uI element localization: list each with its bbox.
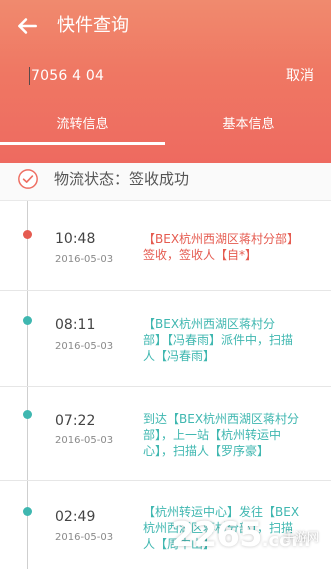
active-tab-indicator bbox=[0, 142, 165, 145]
arrow-left-icon[interactable] bbox=[14, 13, 40, 39]
check-circle-icon bbox=[18, 169, 38, 189]
event-line: 到达【BEX杭州西湖区蒋村分 bbox=[143, 412, 300, 426]
timeline-dot bbox=[23, 410, 32, 419]
watermark-sub: 手游网 bbox=[282, 530, 319, 544]
event-time: 02:49 bbox=[55, 509, 96, 525]
page-title: 快件查询 bbox=[57, 15, 129, 36]
search-row: 7056 4 04 取消 bbox=[0, 58, 331, 96]
event-line: 人【冯春雨】 bbox=[143, 349, 216, 363]
tab-transfer-info[interactable]: 流转信息 bbox=[0, 104, 165, 146]
timeline-dot bbox=[23, 507, 32, 516]
timeline-item: 10:48 2016-05-03 【BEX杭州西湖区蒋村分部】 签收，签收人【自… bbox=[0, 201, 331, 291]
tabs: 流转信息 基本信息 bbox=[0, 104, 331, 146]
top-app-bar: 快件查询 bbox=[0, 0, 331, 52]
timeline-dot bbox=[23, 230, 32, 239]
text-cursor bbox=[29, 67, 30, 85]
header: 快件查询 7056 4 04 取消 流转信息 基本信息 bbox=[0, 0, 331, 163]
event-description: 到达【BEX杭州西湖区蒋村分 部】，上一站【杭州转运中 心】，扫描人【罗序豪】 bbox=[143, 411, 315, 459]
event-line: 部】，上一站【杭州转运中 bbox=[143, 428, 282, 442]
event-date: 2016-05-03 bbox=[55, 435, 114, 446]
timeline-item: 08:11 2016-05-03 【BEX杭州西湖区蒋村分 部】【冯春雨】派件中… bbox=[0, 291, 331, 387]
tracking-number-input[interactable]: 7056 4 04 bbox=[31, 66, 104, 86]
event-date: 2016-05-03 bbox=[55, 532, 114, 543]
event-line: 签收，签收人【自*】 bbox=[143, 248, 258, 262]
event-date: 2016-05-03 bbox=[55, 254, 114, 265]
watermark-main: 2265 bbox=[171, 515, 263, 555]
event-time: 07:22 bbox=[55, 413, 96, 429]
event-time: 08:11 bbox=[55, 317, 96, 333]
event-description: 【BEX杭州西湖区蒋村分 部】【冯春雨】派件中，扫描 人【冯春雨】 bbox=[143, 316, 315, 364]
status-text: 物流状态：签收成功 bbox=[54, 170, 190, 188]
event-date: 2016-05-03 bbox=[55, 341, 114, 352]
event-description: 【BEX杭州西湖区蒋村分部】 签收，签收人【自*】 bbox=[143, 231, 315, 263]
event-time: 10:48 bbox=[55, 231, 96, 247]
timeline-dot bbox=[23, 316, 32, 325]
event-line: 部】【冯春雨】派件中，扫描 bbox=[143, 333, 294, 347]
cancel-button[interactable]: 取消 bbox=[286, 66, 314, 86]
tab-basic-info[interactable]: 基本信息 bbox=[166, 104, 331, 146]
site-watermark: 2265.com 手游网 bbox=[171, 515, 321, 561]
event-line: 【BEX杭州西湖区蒋村分部】 bbox=[143, 232, 300, 246]
event-line: 心】，扫描人【罗序豪】 bbox=[143, 444, 270, 458]
logistics-status: 物流状态：签收成功 bbox=[0, 163, 331, 201]
event-line: 【BEX杭州西湖区蒋村分 bbox=[143, 317, 276, 331]
timeline-item: 07:22 2016-05-03 到达【BEX杭州西湖区蒋村分 部】，上一站【杭… bbox=[0, 387, 331, 481]
